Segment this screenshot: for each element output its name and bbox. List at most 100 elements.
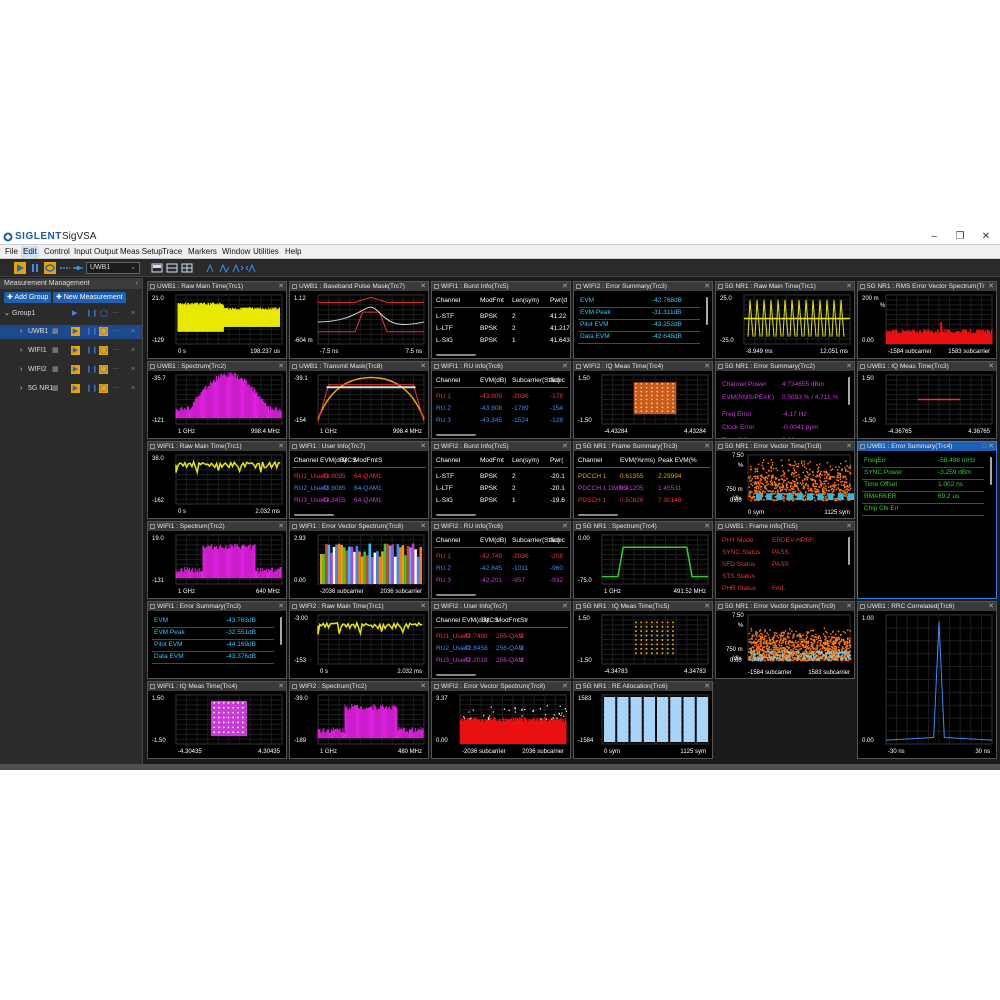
panel-title[interactable]: UWB1 : Error Summary(Trc4) □ ✕ — [858, 442, 996, 451]
marker-left-icon[interactable] — [232, 262, 244, 274]
single-icon[interactable]: ⋯ — [112, 344, 119, 358]
loop-icon[interactable]: ◯ — [99, 346, 108, 355]
settings-icon[interactable]: ▦ — [52, 382, 59, 396]
panel-wifi2-burst-info-trc5[interactable]: WIFI2 : Burst Info(Trc5) ✕ Channel ModFmt Le… — [431, 441, 571, 519]
menu-utilities[interactable]: Utilities — [251, 246, 281, 258]
vertical-scrollbar[interactable] — [280, 617, 282, 645]
panel-menu-icon[interactable] — [860, 364, 865, 369]
panel-title[interactable]: WIFI2 : User Info(Trc7) ✕ — [432, 602, 570, 611]
panel-menu-icon[interactable] — [150, 444, 155, 449]
pause-icon[interactable]: ❙❙ — [86, 363, 98, 377]
panel-menu-icon[interactable] — [150, 284, 155, 289]
panel-menu-icon[interactable] — [718, 524, 723, 529]
pause-icon[interactable] — [29, 262, 41, 274]
panel-menu-icon[interactable] — [150, 524, 155, 529]
panel-wifi1-ru-info-trc6[interactable]: WIFI1 : RU Info(Trc6) ✕ Channel EVM(dB) Subc… — [431, 361, 571, 439]
chevron-down-icon[interactable]: ⌄ — [4, 307, 10, 321]
record-icon[interactable] — [72, 262, 84, 274]
panel-title[interactable]: WIFI1 : Error Summary(Trc3) ✕ — [148, 602, 286, 611]
horizontal-scrollbar[interactable] — [436, 674, 476, 676]
panel-wifi1-error-summary-trc3[interactable]: WIFI1 : Error Summary(Trc3) ✕ EVM -43.763dB… — [147, 601, 287, 679]
panel-5g-nr1-error-vector-time-trc8[interactable]: 5G NR1 : Error Vector Time(Trc8) ✕ 7.50% 75… — [715, 441, 855, 519]
marker-right-icon[interactable] — [245, 262, 257, 274]
close-icon[interactable]: ✕ — [562, 522, 568, 531]
panel-uwb1-transmit-mask-trc8[interactable]: UWB1 : Transmit Mask(Trc8) ✕ -39.1 -154 1 GH… — [289, 361, 429, 439]
group-select[interactable]: UWB1 ⌄ — [86, 262, 140, 274]
close-icon[interactable]: ✕ — [278, 522, 284, 531]
panel-title[interactable]: WIFI2 : Error Vector Spectrum(Trc8) ✕ — [432, 682, 570, 691]
panel-title[interactable]: UWB1 : RRC Correlated(Trc6) ✕ — [858, 602, 996, 611]
marker-next-icon[interactable] — [219, 262, 231, 274]
marker-peak-icon[interactable] — [206, 262, 218, 274]
panel-title[interactable]: UWB1 : Frame Info(Trc5) ✕ — [716, 522, 854, 531]
panel-wifi1-error-vector-spectrum-trc8[interactable]: WIFI1 : Error Vector Spectrum(Trc8) ✕ 2.93… — [289, 521, 429, 599]
panel-title[interactable]: 5G NR1 : Frame Summary(Trc3) ✕ — [574, 442, 712, 451]
loop-icon[interactable]: ◯ — [100, 307, 108, 321]
close-icon[interactable]: ✕ — [562, 682, 568, 691]
panel-title[interactable]: WIFI2 : RU Info(Trc6) ✕ — [432, 522, 570, 531]
panel-menu-icon[interactable] — [860, 444, 865, 449]
horizontal-scrollbar[interactable] — [436, 514, 476, 516]
menu-file[interactable]: File — [3, 246, 20, 258]
panel-menu-icon[interactable] — [292, 604, 297, 609]
close-icon[interactable]: □ ✕ — [982, 442, 994, 451]
play-icon[interactable]: ▶ — [71, 365, 80, 374]
panel-menu-icon[interactable] — [718, 284, 723, 289]
loop-icon[interactable]: ◯ — [99, 365, 108, 374]
panel-uwb1-spectrum-trc2[interactable]: UWB1 : Spectrum(Trc2) ✕ -35.7 -121 1 GHz 998.… — [147, 361, 287, 439]
panel-menu-icon[interactable] — [576, 604, 581, 609]
close-icon[interactable]: ✕ — [420, 682, 426, 691]
panel-title[interactable]: WIFI2 : Spectrum(Trc2) ✕ — [290, 682, 428, 691]
panel-title[interactable]: UWB1 : Baseband Pulse Mask(Trc7) ✕ — [290, 282, 428, 291]
measurement-row-wifi1[interactable]: › WIFI1 ▦ ▶ ❙❙ ◯ ⋯ × — [0, 344, 142, 358]
close-icon[interactable]: ✕ — [562, 362, 568, 371]
panel-title[interactable]: 5G NR1 : Spectrum(Trc4) ✕ — [574, 522, 712, 531]
panel-menu-icon[interactable] — [150, 684, 155, 689]
menu-meas-setup[interactable]: Meas Setup — [118, 246, 165, 258]
measurement-row-5gnr1[interactable]: › 5G NR1 ▦ ▶ ❙❙ ◯ ⋯ × — [0, 382, 142, 396]
panel-menu-icon[interactable] — [434, 284, 439, 289]
panel-5g-nr1-error-summary-trc2[interactable]: 5G NR1 : Error Summary(Trc2) ✕ Channel Pow… — [715, 361, 855, 439]
panel-5g-nr1-frame-summary-trc3[interactable]: 5G NR1 : Frame Summary(Trc3) ✕ Channel EVM(… — [573, 441, 713, 519]
close-icon[interactable]: × — [131, 307, 135, 321]
panel-menu-icon[interactable] — [576, 364, 581, 369]
panel-title[interactable]: WIFI1 : RU Info(Trc6) ✕ — [432, 362, 570, 371]
single-icon[interactable]: ⋯ — [112, 382, 119, 396]
horizontal-scrollbar[interactable] — [436, 434, 476, 436]
collapse-icon[interactable]: ‹ — [136, 278, 138, 289]
panel-menu-icon[interactable] — [292, 684, 297, 689]
panel-wifi1-spectrum-trc2[interactable]: WIFI1 : Spectrum(Trc2) ✕ 19.0 -131 1 GHz 640 … — [147, 521, 287, 599]
panel-wifi2-ru-info-trc6[interactable]: WIFI2 : RU Info(Trc6) ✕ Channel EVM(dB) Subc… — [431, 521, 571, 599]
panel-title[interactable]: 5G NR1 : Error Summary(Trc2) ✕ — [716, 362, 854, 371]
panel-title[interactable]: WIFI1 : IQ Meas Time(Trc4) ✕ — [148, 682, 286, 691]
panel-wifi2-spectrum-trc2[interactable]: WIFI2 : Spectrum(Trc2) ✕ -39.0 -189 1 GHz 480… — [289, 681, 429, 759]
panel-menu-icon[interactable] — [292, 364, 297, 369]
panel-5g-nr1-raw-main-time-trc1[interactable]: 5G NR1 : Raw Main Time(Trc1) ✕ 25.0 -25.0 -8… — [715, 281, 855, 359]
close-icon[interactable]: ✕ — [704, 282, 710, 291]
vertical-scrollbar[interactable] — [848, 377, 850, 405]
close-icon[interactable]: ✕ — [988, 362, 994, 371]
measurement-row-wifi2[interactable]: › WIFI2 ▦ ▶ ❙❙ ◯ ⋯ × — [0, 363, 142, 377]
menu-input-output[interactable]: Input Output — [72, 246, 120, 258]
panel-wifi1-iq-meas-time-trc4[interactable]: WIFI1 : IQ Meas Time(Trc4) ✕ 1.50 -1.50 -4.3… — [147, 681, 287, 759]
close-icon[interactable]: ✕ — [420, 602, 426, 611]
horizontal-scrollbar[interactable] — [294, 514, 334, 516]
close-icon[interactable]: ✕ — [846, 282, 852, 291]
panel-menu-icon[interactable] — [292, 284, 297, 289]
menu-control[interactable]: Control — [42, 246, 72, 258]
chevron-right-icon[interactable]: › — [20, 363, 22, 377]
panel-title[interactable]: 5G NR1 : RMS Error Vector Spectrum(Tr ✕ — [858, 282, 996, 291]
panel-menu-icon[interactable] — [576, 444, 581, 449]
panel-menu-icon[interactable] — [434, 364, 439, 369]
panel-menu-icon[interactable] — [434, 444, 439, 449]
panel-menu-icon[interactable] — [576, 284, 581, 289]
layout-rows-icon[interactable] — [166, 262, 178, 274]
panel-menu-icon[interactable] — [150, 364, 155, 369]
panel-wifi1-raw-main-time-trc1[interactable]: WIFI1 : Raw Main Time(Trc1) ✕ 38.0 -162 0 s 2… — [147, 441, 287, 519]
menu-trace[interactable]: Trace — [160, 246, 184, 258]
panel-uwb1-frame-info-trc5[interactable]: UWB1 : Frame Info(Trc5) ✕ PHY Mode ERDEV-HP… — [715, 521, 855, 599]
close-icon[interactable]: × — [131, 344, 135, 358]
panel-5g-nr1-spectrum-trc4[interactable]: 5G NR1 : Spectrum(Trc4) ✕ 0.00 -75.0 1 GHz 49… — [573, 521, 713, 599]
panel-title[interactable]: 5G NR1 : Error Vector Time(Trc8) ✕ — [716, 442, 854, 451]
loop-icon[interactable] — [44, 262, 56, 274]
